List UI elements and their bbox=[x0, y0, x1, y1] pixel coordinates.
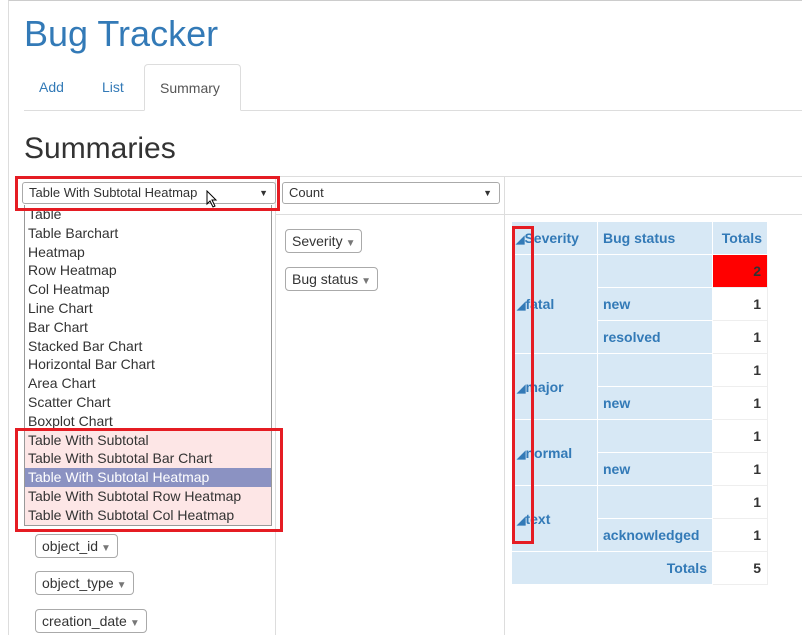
row-header-status: new bbox=[597, 287, 713, 321]
dropdown-triangle-icon[interactable]: ▼ bbox=[117, 580, 127, 591]
subtotal-label bbox=[597, 419, 713, 453]
tab-list[interactable]: List bbox=[87, 64, 139, 110]
cell-value: 1 bbox=[712, 518, 768, 552]
row-header-status: new bbox=[597, 386, 713, 420]
renderer-option[interactable]: Horizontal Bar Chart bbox=[25, 355, 271, 374]
row-header-status: resolved bbox=[597, 320, 713, 354]
subtotal-label bbox=[597, 485, 713, 519]
pivot-divider bbox=[275, 176, 276, 635]
subtotal-label bbox=[597, 254, 713, 288]
subtotal-value: 2 bbox=[712, 254, 768, 288]
pivot-divider bbox=[276, 214, 802, 215]
header-totals: Totals bbox=[712, 221, 768, 255]
row-header-status: new bbox=[597, 452, 713, 486]
annotation-highlight-box bbox=[15, 428, 283, 532]
row-field-severity[interactable]: Severity ▼ bbox=[285, 229, 363, 253]
pivot-table: ◢Severity Bug status Totals ◢fatal 2 new… bbox=[511, 221, 768, 585]
renderer-option[interactable]: Col Heatmap bbox=[25, 280, 271, 299]
renderer-option[interactable]: Table Barchart bbox=[25, 224, 271, 243]
aggregator-select[interactable]: Count ▼ bbox=[282, 182, 500, 204]
cell-value: 1 bbox=[712, 452, 768, 486]
renderer-option[interactable]: Stacked Bar Chart bbox=[25, 337, 271, 356]
subtotal-value: 1 bbox=[712, 485, 768, 519]
subtotal-value: 1 bbox=[712, 353, 768, 387]
renderer-option[interactable]: Line Chart bbox=[25, 299, 271, 318]
renderer-option[interactable]: Scatter Chart bbox=[25, 393, 271, 412]
dropdown-triangle-icon[interactable]: ▼ bbox=[346, 238, 356, 249]
page-title: Summaries bbox=[24, 132, 176, 165]
renderer-option[interactable]: Row Heatmap bbox=[25, 261, 271, 280]
grand-total-value: 5 bbox=[712, 551, 768, 585]
renderer-option[interactable]: Area Chart bbox=[25, 374, 271, 393]
app-title: Bug Tracker bbox=[24, 13, 219, 54]
row-field-bug-status[interactable]: Bug status ▼ bbox=[285, 267, 379, 291]
unused-field-object-type[interactable]: object_type ▼ bbox=[35, 571, 134, 595]
tab-summary[interactable]: Summary bbox=[144, 64, 241, 111]
annotation-highlight-box bbox=[15, 176, 280, 211]
header-bug-status: Bug status bbox=[597, 221, 713, 255]
unused-field-creation-date[interactable]: creation_date ▼ bbox=[35, 609, 147, 633]
chevron-down-icon: ▼ bbox=[483, 188, 492, 198]
renderer-option[interactable]: Bar Chart bbox=[25, 318, 271, 337]
dropdown-triangle-icon[interactable]: ▼ bbox=[101, 543, 111, 554]
subtotal-label bbox=[597, 353, 713, 387]
cell-value: 1 bbox=[712, 320, 768, 354]
row-header-status: acknowledged bbox=[597, 518, 713, 552]
dropdown-triangle-icon[interactable]: ▼ bbox=[361, 276, 371, 287]
unused-field-object-id[interactable]: object_id ▼ bbox=[35, 534, 118, 558]
annotation-highlight-box bbox=[512, 226, 534, 544]
pivot-divider bbox=[504, 176, 505, 635]
subtotal-value: 1 bbox=[712, 419, 768, 453]
cell-value: 1 bbox=[712, 386, 768, 420]
grand-totals-label: Totals bbox=[511, 551, 713, 585]
tab-add[interactable]: Add bbox=[24, 64, 79, 110]
cell-value: 1 bbox=[712, 287, 768, 321]
tab-bar: Add List Summary bbox=[24, 64, 802, 111]
renderer-option[interactable]: Heatmap bbox=[25, 243, 271, 262]
dropdown-triangle-icon[interactable]: ▼ bbox=[130, 618, 140, 629]
aggregator-select-value: Count bbox=[289, 185, 324, 200]
